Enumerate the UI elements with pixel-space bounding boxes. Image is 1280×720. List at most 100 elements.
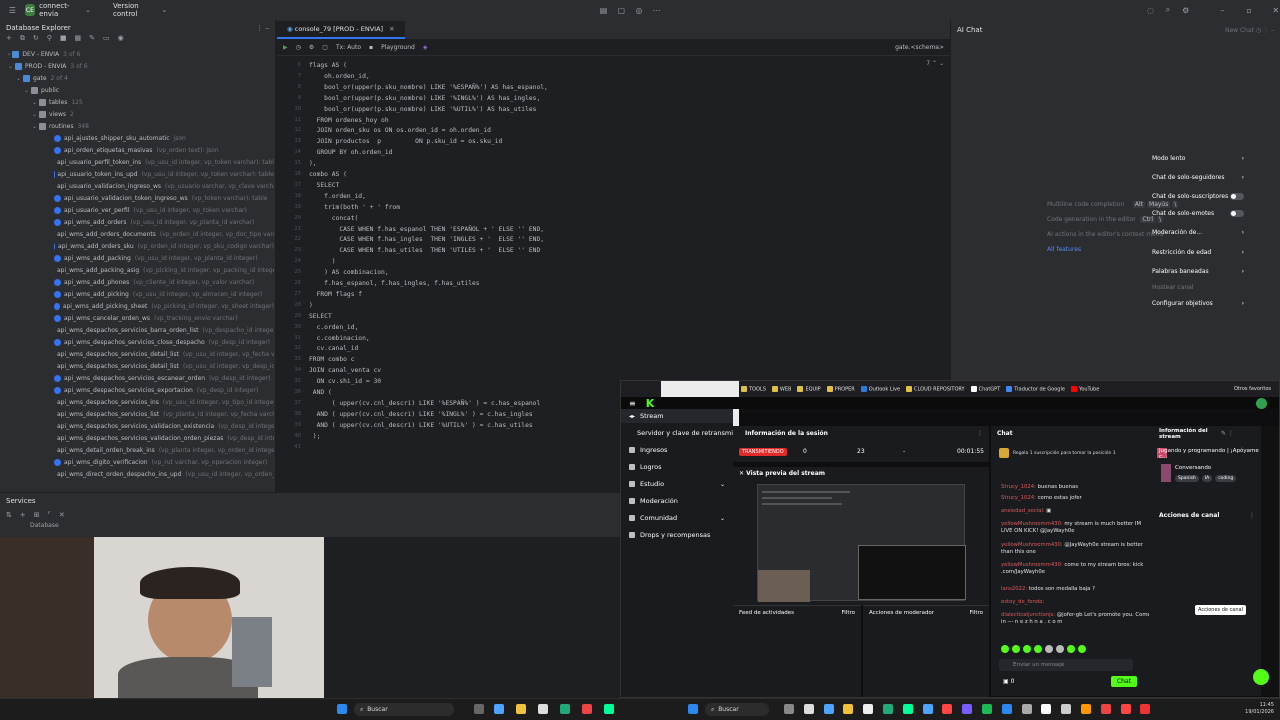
commit-icon[interactable]: ▪: [369, 44, 373, 51]
bookmark-item[interactable]: PROPER: [826, 385, 855, 392]
folder-icon[interactable]: ▢: [617, 5, 626, 15]
routine-item[interactable]: api_wms_detail_orden_break_ins (vp_planta…: [54, 444, 274, 456]
tree-node-gate[interactable]: ⌄ gate 2 of 4: [16, 72, 68, 84]
routine-item[interactable]: api_wms_add_picking_sheet (vp_picking_id …: [54, 300, 274, 312]
routine-item[interactable]: api_wms_add_phones (vp_cliente_id integer…: [54, 276, 274, 288]
code-line[interactable]: CASE WHEN f.has_ingles THEN 'INGLES + ' …: [309, 236, 544, 247]
routine-item[interactable]: api_wms_despachos_servicios_detail_list(…: [54, 360, 274, 372]
taskbar-app-icon[interactable]: [1120, 704, 1131, 714]
routine-item[interactable]: api_orden_etiquetas_masivas (vp_orden tex…: [54, 144, 274, 156]
chat-message[interactable]: Strucy_1024: como estas jofer: [1001, 495, 1153, 502]
tag-chip[interactable]: IA: [1201, 475, 1213, 482]
bookmark-item[interactable]: YouTube: [1070, 385, 1099, 392]
chat-message[interactable]: lans2022: todos son medalla baja ?: [1001, 586, 1153, 593]
windows-start-icon[interactable]: [688, 704, 698, 714]
history-icon[interactable]: ◷: [1256, 27, 1261, 34]
bookmark-item[interactable]: Outlook Live: [860, 385, 900, 392]
send-chat-button[interactable]: Chat: [1111, 676, 1137, 687]
routine-item[interactable]: api_wms_despachos_servicios_validacion_e…: [54, 420, 274, 432]
code-line[interactable]: cv.canal_id: [309, 345, 359, 356]
close-icon[interactable]: ✕: [59, 511, 65, 519]
ai-assistant-icon[interactable]: ◌: [1146, 5, 1155, 15]
routine-item[interactable]: api_usuario_validacion_ingreso_ws (vp_usu…: [54, 180, 274, 192]
filter-button[interactable]: Filtro: [842, 610, 855, 616]
routine-item[interactable]: api_wms_cancelar_orden_ws (vp_tracking_en…: [54, 312, 274, 324]
sidebar-item-server-key[interactable]: Servidor y clave de retransmi...: [637, 429, 739, 437]
chat-message[interactable]: yellowMushroomm430: come to my stream br…: [1001, 562, 1153, 575]
code-line[interactable]: flags AS (: [309, 62, 347, 73]
tree-node-prod-envia[interactable]: ⌄ PROD - ENVIA 3 of 6: [8, 60, 88, 72]
code-line[interactable]: bool_or(upper(p.sku_nombre) LIKE '%UTIL%…: [309, 106, 536, 117]
ai-icon[interactable]: ◈: [423, 44, 428, 51]
chat-message[interactable]: dialecticaljunctionjs: @jofer-gb Let's p…: [1001, 612, 1153, 625]
table-icon[interactable]: ▦: [75, 34, 82, 46]
edge-icon[interactable]: [494, 704, 504, 714]
task-view-icon[interactable]: [474, 704, 484, 714]
taskbar-app-icon[interactable]: [823, 704, 834, 714]
channel-action-item[interactable]: Moderación de... ›: [1152, 229, 1244, 236]
routine-item[interactable]: api_wms_despachos_servicios_validacion_o…: [54, 432, 274, 444]
filter-icon[interactable]: ⚲: [47, 34, 52, 46]
tree-node-tables[interactable]: ⌄ tables 125: [32, 96, 83, 108]
edge-beta-icon[interactable]: [604, 704, 614, 714]
channel-action-item[interactable]: Chat de solo-emotes: [1152, 210, 1244, 217]
windows-start-icon[interactable]: [337, 704, 347, 714]
taskbar-search-2[interactable]: ⌕ Buscar: [705, 703, 769, 716]
kick-logo-icon[interactable]: K: [646, 397, 655, 410]
channel-action-item[interactable]: Chat de solo-suscriptores: [1152, 193, 1244, 200]
routine-item[interactable]: api_wms_despachos_servicios_escanear_ord…: [54, 372, 274, 384]
routine-item[interactable]: api_usuario_perfil_token_ins (vp_usu_id i…: [54, 156, 274, 168]
stop-icon[interactable]: ■: [60, 34, 67, 46]
taskbar-app-icon[interactable]: [902, 704, 913, 714]
minimize-icon[interactable]: –: [1218, 5, 1227, 15]
routine-item[interactable]: api_wms_add_picking (vp_usu_id integer, v…: [54, 288, 274, 300]
routine-item[interactable]: api_wms_add_packing (vp_usu_id integer, v…: [54, 252, 274, 264]
bookmark-item[interactable]: EQUIP: [797, 385, 821, 392]
code-line[interactable]: combo AS (: [309, 171, 347, 182]
sidebar-item-drops[interactable]: Drops y recompensas: [629, 531, 725, 539]
code-line[interactable]: SELECT: [309, 313, 332, 324]
bookmark-item[interactable]: WEB: [771, 385, 791, 392]
code-line[interactable]: GROUP BY oh.orden_id: [309, 149, 393, 160]
taskbar-app-icon[interactable]: [1100, 704, 1111, 714]
edit-icon[interactable]: ✎ ⋮: [1221, 430, 1234, 437]
hamburger-menu-icon[interactable]: ☰: [8, 5, 17, 15]
code-line[interactable]: );: [309, 433, 321, 444]
points-count[interactable]: ▣ 0: [1003, 678, 1014, 685]
routine-item[interactable]: api_usuario_token_ins_upd (vp_usu_id inte…: [54, 168, 274, 180]
routine-item[interactable]: api_wms_digito_verificacion (vp_rut varch…: [54, 456, 274, 468]
run-icon[interactable]: ▶: [283, 44, 288, 51]
chat-input[interactable]: Enviar un mensaje: [999, 659, 1133, 671]
database-icon[interactable]: ▤: [599, 5, 608, 15]
options-icon[interactable]: ⋮: [1263, 27, 1269, 34]
bookmark-item[interactable]: CLOUD REPOSITORY: [906, 385, 965, 392]
routine-item[interactable]: api_wms_despachos_servicios_close_despac…: [54, 336, 274, 348]
bookmark-item[interactable]: Traductor de Google: [1006, 385, 1065, 392]
chevron-icon[interactable]: ⌄: [32, 111, 37, 118]
vcs-selector[interactable]: Version control: [113, 2, 158, 18]
taskbar-app-icon[interactable]: [962, 704, 973, 714]
add-icon[interactable]: +: [6, 34, 12, 46]
gift-banner[interactable]: Regala 1 suscripción para tomar la posic…: [1013, 451, 1123, 456]
toggle-switch[interactable]: [1230, 193, 1244, 200]
taskbar-app-icon[interactable]: [982, 704, 992, 714]
other-bookmarks[interactable]: Otros favoritos: [1234, 386, 1271, 392]
sidebar-item-studio[interactable]: Estudio ⌄: [629, 480, 725, 488]
routine-item[interactable]: api_wms_despachos_servicios_list (vp_plan…: [54, 408, 274, 420]
panel-options-icon[interactable]: ⋮ –: [256, 24, 269, 32]
routine-item[interactable]: api_wms_add_packing_asig (vp_picking_id i…: [54, 264, 274, 276]
app-icon[interactable]: [560, 704, 570, 714]
tab-console[interactable]: ◉ console_79 [PROD - ENVIA] ✕: [277, 21, 405, 39]
code-line[interactable]: bool_or(upper(p.sku_nombre) LIKE '%ESPAÑ…: [309, 84, 548, 95]
options-icon[interactable]: ⋮: [1249, 512, 1255, 519]
settings-icon[interactable]: ⚙: [1181, 5, 1190, 15]
new-chat-button[interactable]: New Chat: [1225, 27, 1254, 34]
code-line[interactable]: ON cv.shi_id = 30: [309, 378, 381, 389]
store-icon[interactable]: [538, 704, 548, 714]
channel-action-item[interactable]: Palabras baneadas ›: [1152, 268, 1244, 275]
sidebar-item-revenue[interactable]: Ingresos: [629, 446, 725, 454]
code-line[interactable]: ),: [309, 160, 317, 171]
taskbar-app-icon[interactable]: [1001, 704, 1012, 714]
routine-item[interactable]: api_ajustes_shipper_sku_automatic json: [54, 132, 274, 144]
taskbar-app-icon[interactable]: [784, 704, 794, 714]
